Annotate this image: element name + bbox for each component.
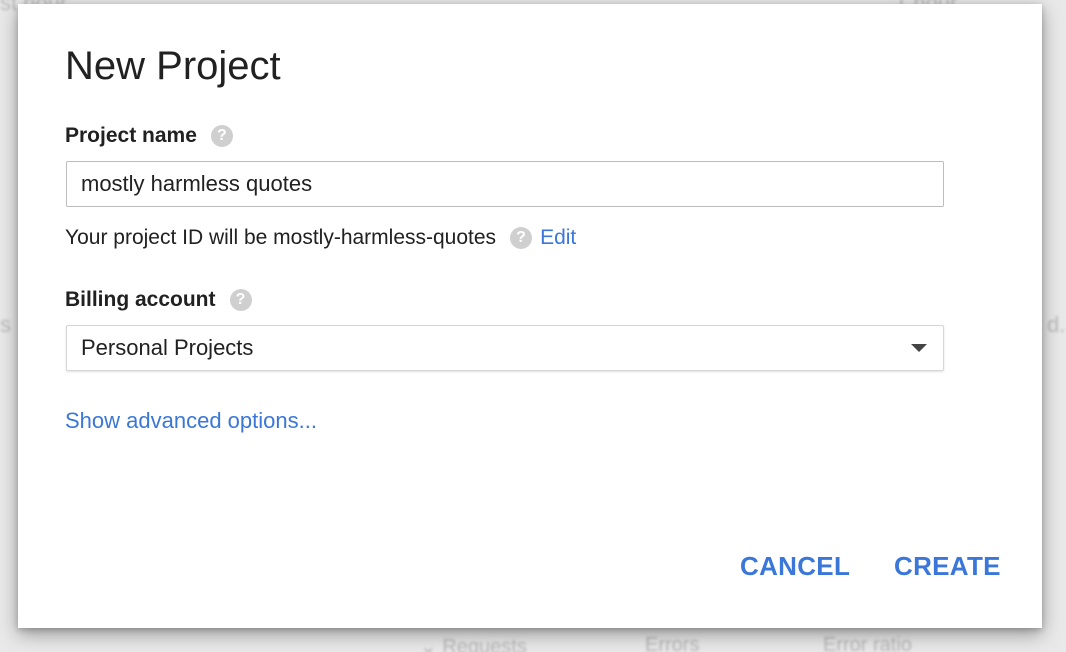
billing-account-select[interactable]: Personal Projects — [66, 325, 944, 371]
project-name-input[interactable] — [66, 161, 944, 207]
dropdown-arrow-icon — [911, 344, 927, 352]
background-text: d. — [1047, 312, 1066, 337]
background-text: ⌄ Requests — [420, 636, 527, 652]
show-advanced-options-link[interactable]: Show advanced options... — [65, 408, 317, 434]
billing-account-value: Personal Projects — [81, 335, 254, 360]
help-icon[interactable]: ? — [229, 289, 252, 311]
create-button[interactable]: CREATE — [894, 551, 1001, 582]
help-icon[interactable]: ? — [210, 125, 233, 147]
project-id-line: Your project ID will be mostly-harmless-… — [65, 226, 576, 250]
help-icon[interactable]: ? — [510, 227, 533, 249]
project-name-label-row: Project name ? — [65, 124, 233, 148]
billing-account-label: Billing account — [65, 288, 216, 311]
cancel-button[interactable]: CANCEL — [740, 551, 850, 582]
project-name-label: Project name — [65, 124, 197, 147]
project-id-text: Your project ID will be mostly-harmless-… — [65, 226, 497, 249]
background-text: Errors — [645, 634, 700, 652]
new-project-dialog: New Project Project name ? Your project … — [18, 4, 1042, 628]
background-text: Error ratio — [823, 634, 912, 652]
dialog-title: New Project — [65, 44, 281, 88]
billing-label-row: Billing account ? — [65, 288, 252, 312]
edit-project-id-link[interactable]: Edit — [540, 226, 576, 250]
background-text: s — [0, 312, 11, 337]
